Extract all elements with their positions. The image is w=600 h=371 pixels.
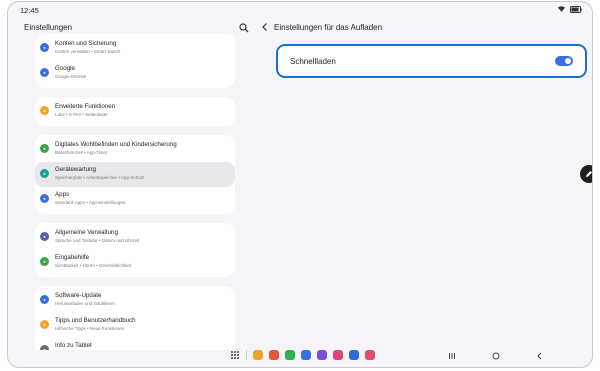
settings-item-title: Digitales Wohlbefinden und Kindersicheru… — [55, 141, 177, 148]
settings-group: ● Digitales Wohlbefinden und Kindersicher… — [35, 135, 235, 214]
settings-group: ● Erweiterte Funktionen Labs • S Pen • Sei… — [35, 97, 235, 126]
settings-title: Einstellungen — [24, 23, 73, 32]
settings-item-title: Tipps und Benutzerhandbuch — [55, 317, 136, 324]
update-icon: ● — [40, 295, 49, 304]
settings-group: ● Konten und Sicherung Konten verwalten • … — [35, 34, 235, 88]
google-icon: ● — [40, 68, 49, 77]
dock-divider — [246, 350, 247, 360]
internet-icon[interactable] — [317, 350, 327, 360]
settings-item[interactable]: ● Tipps und Benutzerhandbuch Hilfreiche Ti… — [35, 313, 235, 338]
accessibility-icon: ● — [40, 257, 49, 266]
home-icon[interactable] — [492, 352, 500, 360]
back-icon[interactable] — [261, 22, 269, 32]
settings-item[interactable]: ● Gerätewartung Speicherplatz • Arbeitsspe… — [35, 162, 235, 187]
wellbeing-icon: ● — [40, 144, 49, 153]
settings-item-title: Google — [55, 65, 75, 72]
settings-item-subtitle: Google-Dienste — [55, 74, 87, 79]
settings-item[interactable]: ● Allgemeine Verwaltung Sprache und Tastat… — [35, 225, 235, 250]
settings-item-title: Konten und Sicherung — [55, 40, 117, 47]
settings-item[interactable]: ● Konten und Sicherung Konten verwalten • … — [35, 36, 235, 61]
wifi-icon — [557, 6, 566, 12]
settings-item-title: Allgemeine Verwaltung — [55, 229, 118, 236]
star-icon: ● — [40, 106, 49, 115]
whatsapp-icon[interactable] — [285, 350, 295, 360]
battery-icon — [570, 5, 582, 13]
fast-charge-label: Schnellladen — [290, 57, 336, 66]
app-drawer-icon[interactable] — [230, 350, 240, 360]
info-icon: ● — [40, 345, 49, 350]
settings-item[interactable]: ● Software-Update Herunterladen und instal… — [35, 288, 235, 313]
settings-item-title: Apps — [55, 191, 70, 198]
settings-item-subtitle: Sprache und Tastatur • Datum und Uhrzeit — [55, 238, 140, 243]
settings-item-title: Eingabehilfe — [55, 254, 90, 261]
settings-item-title: Erweiterte Funktionen — [55, 103, 116, 110]
page-title: Einstellungen für das Aufladen — [274, 23, 383, 32]
settings-item-subtitle: Speicherplatz • Arbeitsspeicher • App-Sc… — [55, 175, 145, 180]
tips-icon: ● — [40, 320, 49, 329]
store-icon[interactable] — [349, 350, 359, 360]
nav-back-icon[interactable] — [536, 352, 544, 360]
settings-item-subtitle: Konten verwalten • Smart Switch — [55, 49, 121, 54]
recent-apps-icon[interactable] — [448, 352, 456, 360]
tablet-screen: 12:45 Einstellungen ● Konten und Sicherun… — [7, 1, 593, 368]
sync-icon: ● — [40, 43, 49, 52]
settings-item-subtitle: Labs • S Pen • Seitentaste — [55, 112, 108, 117]
settings-item-subtitle: Standard-Apps • App-Einstellungen — [55, 200, 126, 205]
messages-icon[interactable] — [301, 350, 311, 360]
settings-group: ● Allgemeine Verwaltung Sprache und Tastat… — [35, 223, 235, 277]
settings-group: ● Software-Update Herunterladen und instal… — [35, 286, 235, 350]
camera-icon[interactable] — [365, 350, 375, 360]
device-care-icon: ● — [40, 169, 49, 178]
management-icon: ● — [40, 232, 49, 241]
pencil-icon — [586, 171, 592, 177]
fast-charge-toggle[interactable] — [555, 56, 573, 66]
settings-item[interactable]: ● Google Google-Dienste — [35, 61, 235, 86]
settings-list[interactable]: ● Konten und Sicherung Konten verwalten • … — [35, 34, 235, 350]
fast-charge-row[interactable]: Schnellladen — [276, 44, 587, 78]
status-icons — [557, 5, 582, 13]
settings-item[interactable]: ● Digitales Wohlbefinden und Kindersicher… — [35, 137, 235, 162]
settings-item[interactable]: ● Apps Standard-Apps • App-Einstellungen — [35, 187, 235, 212]
settings-item-subtitle: Sichtbarkeit • Hören • Geschicklichkeit — [55, 263, 132, 268]
settings-item[interactable]: ● Erweiterte Funktionen Labs • S Pen • Sei… — [35, 99, 235, 124]
settings-item-title: Gerätewartung — [55, 166, 96, 173]
settings-item-subtitle: Herunterladen und installieren — [55, 301, 116, 306]
edit-button[interactable] — [580, 165, 592, 183]
gallery-icon[interactable] — [269, 350, 279, 360]
samsung-notes-icon[interactable] — [333, 350, 343, 360]
settings-item-title: Software-Update — [55, 292, 102, 299]
taskbar — [230, 350, 375, 360]
settings-item-title: Info zu Tablet — [55, 342, 92, 349]
settings-item[interactable]: ● Eingabehilfe Sichtbarkeit • Hören • Gesc… — [35, 250, 235, 275]
apps-icon: ● — [40, 194, 49, 203]
settings-item-subtitle: Hilfreiche Tipps • Neue Funktionen — [55, 326, 125, 331]
status-bar: 12:45 — [8, 2, 592, 18]
search-icon[interactable] — [239, 23, 249, 33]
settings-item-subtitle: Bildschirmzeit • App-Timer — [55, 150, 108, 155]
status-time: 12:45 — [20, 6, 39, 15]
my-files-icon[interactable] — [253, 350, 263, 360]
toggle-knob — [565, 58, 571, 64]
settings-item[interactable]: ●Info zu TabletStatus • Rechtliche Infor… — [35, 338, 235, 350]
